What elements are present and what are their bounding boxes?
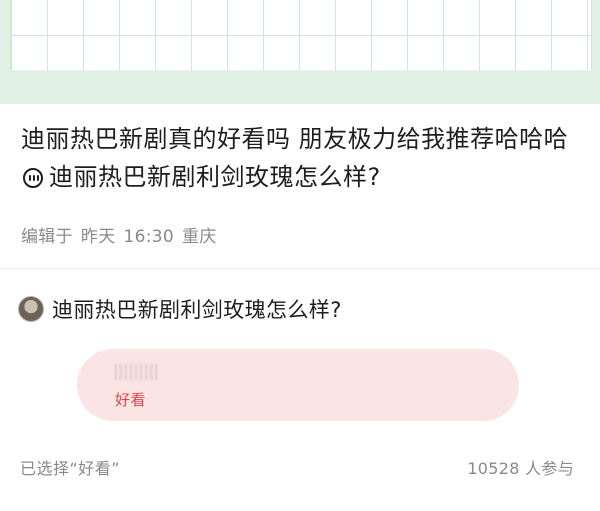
poll-option-selected[interactable]: 好看 bbox=[77, 349, 519, 421]
grid-paper-decoration bbox=[10, 0, 592, 72]
header-banner bbox=[0, 0, 600, 104]
edited-time: 16:30 bbox=[123, 227, 175, 247]
edited-label: 编辑于 bbox=[21, 227, 73, 247]
topic-title: 迪丽热巴新剧利剑玫瑰怎么样? bbox=[49, 163, 381, 191]
poll-option-label: 好看 bbox=[115, 391, 147, 409]
post-text: 迪丽热巴新剧真的好看吗 朋友极力给我推荐哈哈哈迪丽热巴新剧利剑玫瑰怎么样? bbox=[21, 120, 581, 196]
post-text-content: 迪丽热巴新剧真的好看吗 朋友极力给我推荐哈哈哈 bbox=[21, 125, 569, 153]
poll-header: 迪丽热巴新剧利剑玫瑰怎么样? bbox=[18, 294, 342, 324]
divider bbox=[0, 268, 600, 269]
banner-fade bbox=[0, 70, 600, 104]
blurred-percentage bbox=[115, 364, 157, 380]
post-page: 迪丽热巴新剧真的好看吗 朋友极力给我推荐哈哈哈迪丽热巴新剧利剑玫瑰怎么样? 编辑… bbox=[0, 0, 600, 511]
poll-participant-count: 10528 人参与 bbox=[467, 459, 574, 478]
poll-question: 迪丽热巴新剧利剑玫瑰怎么样? bbox=[52, 298, 342, 322]
avatar[interactable] bbox=[18, 296, 44, 322]
poll-selected-summary: 已选择“好看” bbox=[20, 459, 121, 478]
post-meta: 编辑于 昨天 16:30 重庆 bbox=[21, 222, 225, 247]
topic-bubble-icon bbox=[23, 168, 43, 188]
post-body: 迪丽热巴新剧真的好看吗 朋友极力给我推荐哈哈哈迪丽热巴新剧利剑玫瑰怎么样? bbox=[21, 120, 581, 196]
edited-day: 昨天 bbox=[80, 227, 116, 247]
edited-location: 重庆 bbox=[182, 227, 217, 247]
topic-link[interactable]: 迪丽热巴新剧利剑玫瑰怎么样? bbox=[21, 163, 381, 191]
